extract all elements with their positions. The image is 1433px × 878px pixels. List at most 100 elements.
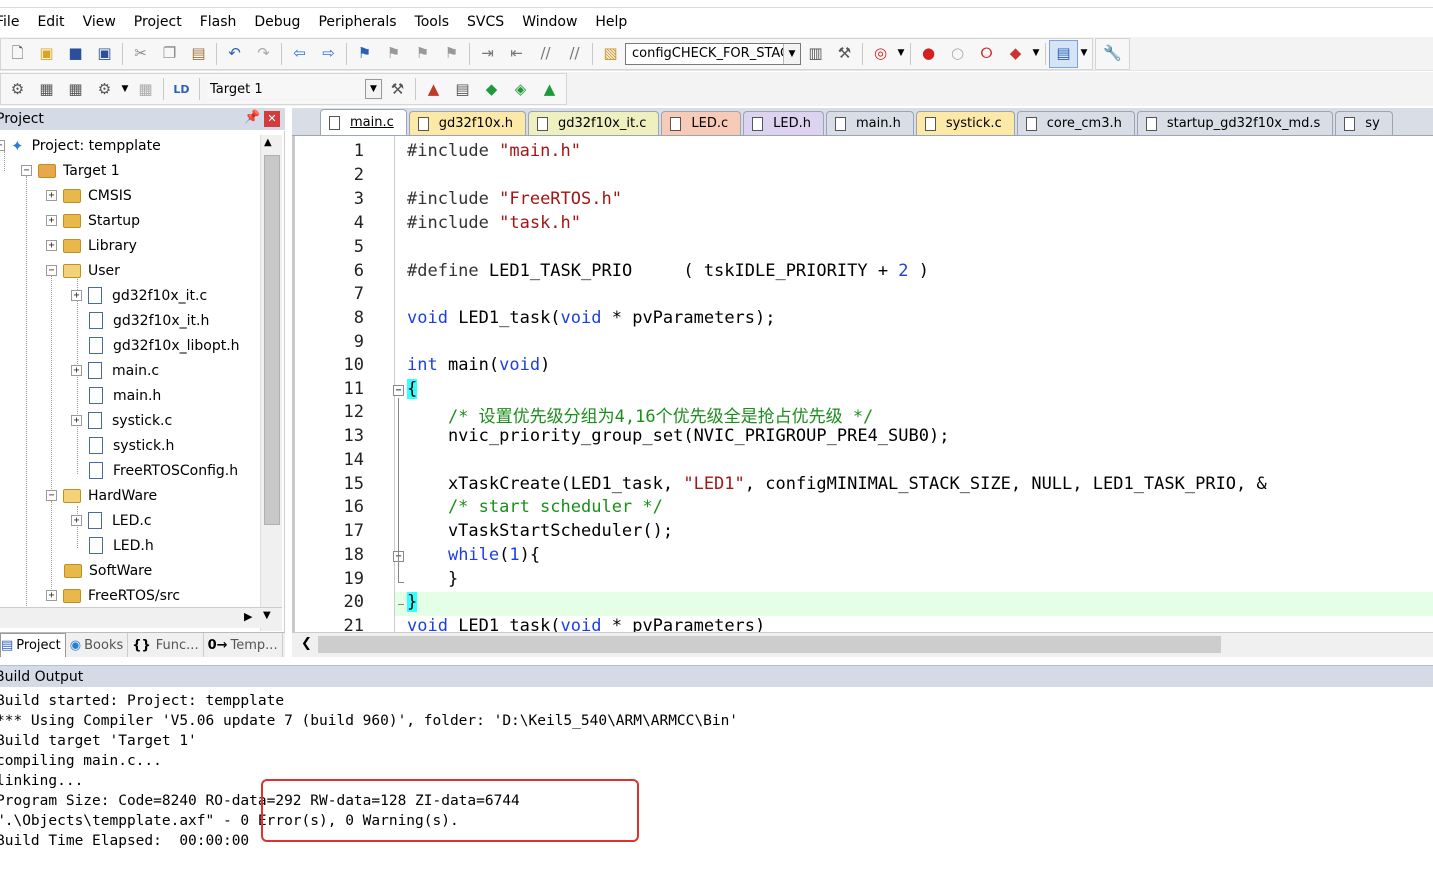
menu-project[interactable]: Project [125, 14, 191, 30]
comment-icon[interactable]: // [531, 40, 560, 68]
run-time-env-icon[interactable]: ◆ [477, 75, 506, 103]
redo-icon[interactable]: ↷ [249, 40, 278, 68]
open-file-icon[interactable]: ▣ [32, 40, 61, 68]
copy-icon[interactable]: ❐ [155, 40, 184, 68]
tree-node-folder[interactable]: − HardWare [46, 483, 157, 508]
expand-icon[interactable]: + [46, 590, 57, 601]
tree-node-project[interactable]: − ✦ Project: tempplate [0, 133, 161, 158]
expand-icon[interactable]: + [71, 415, 82, 426]
tree-node-file[interactable]: + main.c [71, 358, 159, 383]
tree-node-file[interactable]: gd32f10x_libopt.h [89, 333, 240, 358]
menu-flash[interactable]: Flash [191, 14, 246, 30]
tree-node-file[interactable]: + LED.c [71, 508, 152, 533]
chevron-down-icon[interactable]: ▼ [783, 43, 800, 64]
tab-main-c[interactable]: main.c [320, 109, 407, 135]
rebuild-icon[interactable]: ▦ [61, 75, 90, 103]
tab-systick-h[interactable]: sy [1335, 111, 1393, 135]
target-combo[interactable]: Target 1 ▼ [203, 78, 383, 100]
chevron-down-icon[interactable]: ▼ [365, 79, 382, 99]
wrench-icon[interactable]: 🔧 [1098, 40, 1127, 68]
find-combo[interactable]: configCHECK_FOR_STACK ▼ [625, 42, 801, 65]
menu-peripherals[interactable]: Peripherals [309, 14, 405, 30]
tree-node-folder[interactable]: + CMSIS [46, 183, 132, 208]
tab-gd32f10x-it-c[interactable]: gd32f10x_it.c [528, 111, 660, 135]
menu-help[interactable]: Help [586, 14, 636, 30]
save-all-icon[interactable]: ▣ [90, 40, 119, 68]
menu-edit[interactable]: Edit [28, 14, 73, 30]
manage-components-icon[interactable]: ▲ [419, 75, 448, 103]
tree-node-file[interactable]: FreeRTOSConfig.h [89, 458, 238, 483]
translate-icon[interactable]: ⚙ [3, 75, 32, 103]
breakpoint-kill-all-icon[interactable]: ◆ [1001, 40, 1030, 68]
collapse-icon[interactable]: − [0, 140, 5, 151]
uncomment-icon[interactable]: // [560, 40, 589, 68]
target-options-icon[interactable]: ⚒ [383, 75, 412, 103]
expand-icon[interactable]: + [46, 190, 57, 201]
tree-node-file[interactable]: + systick.c [71, 408, 172, 433]
tab-led-c[interactable]: LED.c [661, 111, 742, 135]
breakpoint-disabled-icon[interactable]: ○ [943, 40, 972, 68]
build-output-log[interactable]: Build started: Project: tempplate *** Us… [0, 688, 1433, 878]
tab-books[interactable]: ◉ Books [66, 633, 129, 657]
tree-node-target[interactable]: − Target 1 [21, 158, 120, 183]
window-layout-icon[interactable]: ▤ [1049, 39, 1078, 68]
nav-forward-icon[interactable]: ⇨ [314, 40, 343, 68]
breakpoint-icon[interactable]: ● [914, 40, 943, 68]
tree-node-folder[interactable]: + FreeRTOS/src [46, 583, 180, 608]
new-file-icon[interactable]: 🗋 [3, 40, 32, 68]
expand-icon[interactable]: + [46, 215, 57, 226]
project-vertical-scrollbar[interactable]: ▲ [260, 135, 282, 631]
close-icon[interactable]: ✕ [264, 111, 280, 127]
incremental-find-icon[interactable]: ⚒ [830, 40, 859, 68]
collapse-icon[interactable]: − [46, 490, 57, 501]
find-in-files-icon[interactable]: ▧ [596, 40, 625, 68]
chevron-down-icon[interactable]: ▼ [119, 75, 131, 103]
expand-icon[interactable]: + [46, 240, 57, 251]
menu-view[interactable]: View [74, 14, 125, 30]
tab-core-cm3-h[interactable]: core_cm3.h [1016, 111, 1135, 135]
paste-icon[interactable]: ▤ [184, 40, 213, 68]
expand-icon[interactable]: + [71, 515, 82, 526]
indent-icon[interactable]: ⇥ [473, 40, 502, 68]
tab-main-h[interactable]: main.h [825, 111, 914, 135]
chevron-down-icon[interactable]: ▼ [895, 40, 907, 68]
find-icon[interactable]: ▥ [801, 40, 830, 68]
menu-tools[interactable]: Tools [406, 14, 459, 30]
pin-icon[interactable]: 📌 [244, 110, 260, 125]
expand-icon[interactable]: + [71, 365, 82, 376]
file-extensions-icon[interactable]: ▤ [448, 75, 477, 103]
expand-icon[interactable]: + [71, 290, 82, 301]
tab-startup-s[interactable]: startup_gd32f10x_md.s [1136, 111, 1334, 135]
save-icon[interactable]: ■ [61, 40, 90, 68]
tree-node-file[interactable]: LED.h [89, 533, 154, 558]
menu-svcs[interactable]: SVCS [458, 14, 513, 30]
chevron-down-icon[interactable]: ▼ [1078, 40, 1090, 68]
chevron-down-icon[interactable]: ▼ [1030, 40, 1042, 68]
tree-node-file[interactable]: gd32f10x_it.h [89, 308, 209, 333]
unindent-icon[interactable]: ⇤ [502, 40, 531, 68]
bookmark-next-icon[interactable]: ⚑ [408, 40, 437, 68]
tab-templates[interactable]: 0→ Temp... [204, 633, 283, 657]
fold-collapse-icon[interactable]: − [393, 385, 404, 396]
pack-installer-icon[interactable]: ◈ [506, 75, 535, 103]
project-horizontal-scrollbar[interactable]: ▶ ▼ [0, 607, 282, 628]
tree-node-file[interactable]: main.h [89, 383, 161, 408]
tree-node-folder[interactable]: + Startup [46, 208, 140, 233]
tab-functions[interactable]: {} Func... [128, 633, 204, 657]
debug-session-icon[interactable]: ◎ [866, 40, 895, 68]
tab-project[interactable]: ▤ Project [0, 633, 66, 657]
tree-node-folder[interactable]: − User [46, 258, 120, 283]
scroll-down-icon[interactable]: ▼ [263, 610, 271, 621]
menu-file[interactable]: File [0, 14, 28, 30]
stop-build-icon[interactable]: ▦ [131, 75, 160, 103]
scrollbar-thumb[interactable] [318, 636, 1221, 653]
tree-node-folder[interactable]: SoftWare [64, 558, 152, 583]
tab-systick-c[interactable]: systick.c [915, 111, 1015, 135]
scroll-up-icon[interactable]: ▲ [264, 137, 272, 148]
undo-icon[interactable]: ↶ [220, 40, 249, 68]
tab-gd32f10x-h[interactable]: gd32f10x.h [408, 111, 526, 135]
bookmark-icon[interactable]: ⚑ [350, 40, 379, 68]
tab-led-h[interactable]: LED.h [743, 111, 824, 135]
menu-window[interactable]: Window [513, 14, 586, 30]
breakpoint-disable-all-icon[interactable]: ⭘ [972, 40, 1001, 68]
